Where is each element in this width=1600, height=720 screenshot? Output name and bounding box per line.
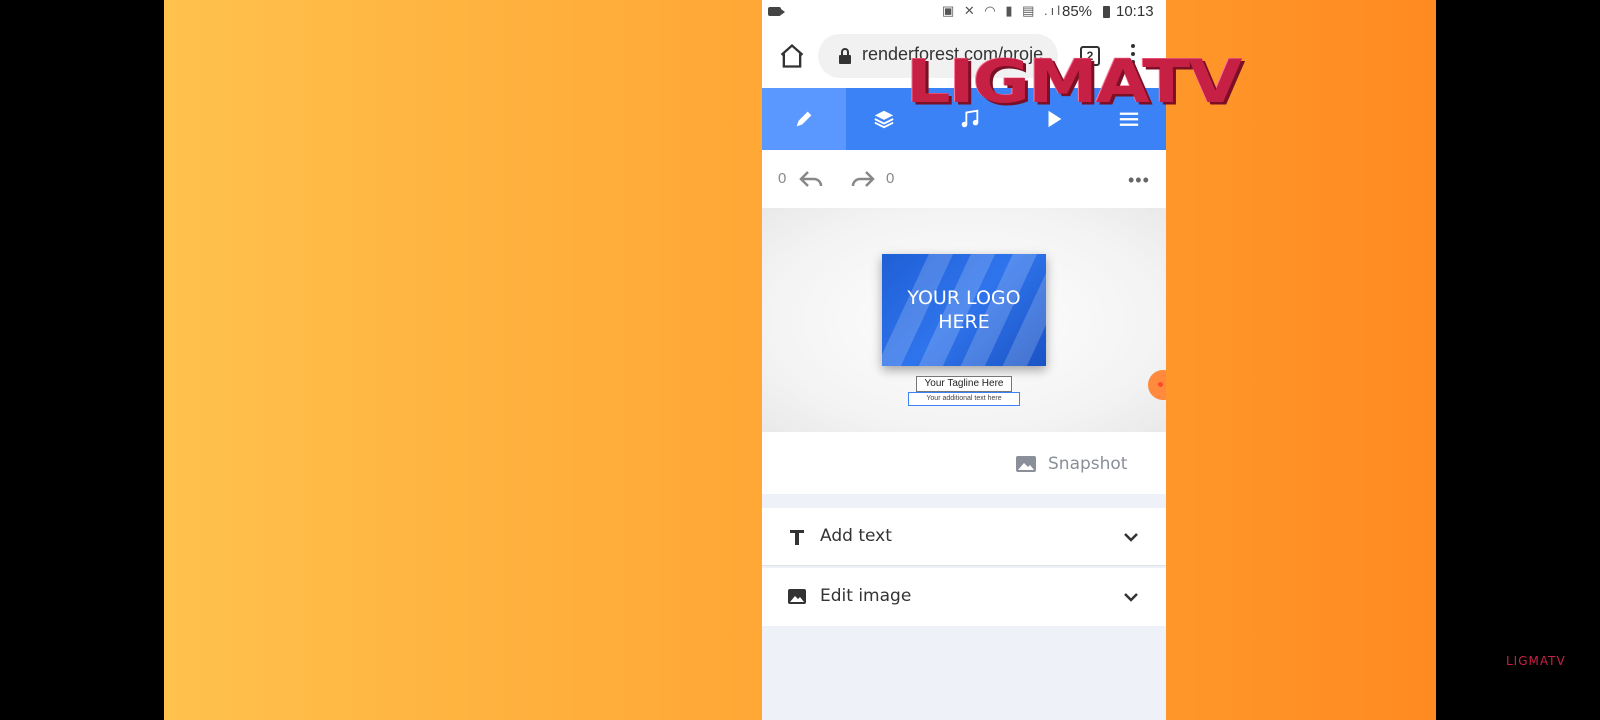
channel-watermark: LIGMATV xyxy=(906,46,1242,117)
logo-placeholder[interactable]: YOUR LOGO HERE xyxy=(882,254,1046,366)
edit-image-label: Edit image xyxy=(820,586,912,606)
battery-percent: 85% xyxy=(1062,3,1093,20)
clock: 10:13 xyxy=(1116,3,1154,20)
lock-icon xyxy=(839,48,851,64)
battery-icon xyxy=(1103,6,1110,18)
layers-icon xyxy=(874,110,894,129)
redo-count: 0 xyxy=(886,170,895,187)
channel-watermark-small: LIGMATV xyxy=(1506,654,1566,668)
pencil-icon xyxy=(796,111,812,127)
screen-record-icon xyxy=(768,7,785,16)
add-text-label: Add text xyxy=(820,526,892,546)
undo-icon[interactable] xyxy=(798,168,824,190)
logo-placeholder-text: YOUR LOGO HERE xyxy=(907,287,1021,333)
status-icons: ▣ ✕ ◠ ▮ ▤ .ıl xyxy=(942,3,1064,18)
snapshot-label: Snapshot xyxy=(1048,454,1128,474)
undo-count: 0 xyxy=(778,170,787,187)
text-t-icon xyxy=(790,530,804,545)
history-bar: 0 0 ••• xyxy=(762,150,1166,208)
image-icon xyxy=(1016,456,1036,472)
snapshot-button[interactable]: Snapshot xyxy=(1016,452,1127,476)
video-background: ▣ ✕ ◠ ▮ ▤ .ıl 85% 10:13 renderforest.com… xyxy=(164,0,1436,720)
tab-edit[interactable] xyxy=(762,88,846,150)
add-text-section[interactable]: Add text xyxy=(762,508,1166,566)
redo-icon[interactable] xyxy=(850,168,876,190)
floating-action-button[interactable] xyxy=(1148,370,1166,400)
status-bar: ▣ ✕ ◠ ▮ ▤ .ıl 85% 10:13 xyxy=(762,0,1166,24)
image-icon xyxy=(788,589,806,604)
tagline-text[interactable]: Your Tagline Here xyxy=(916,376,1012,392)
scene-preview[interactable]: YOUR LOGO HERE Your Tagline Here Your ad… xyxy=(762,208,1166,432)
chevron-down-icon[interactable] xyxy=(1122,588,1140,606)
edit-image-section[interactable]: Edit image xyxy=(762,568,1166,626)
chevron-down-icon[interactable] xyxy=(1122,528,1140,546)
additional-text[interactable]: Your additional text here xyxy=(908,392,1020,406)
more-options-icon[interactable]: ••• xyxy=(1128,170,1150,191)
snapshot-bar: Snapshot xyxy=(762,432,1166,494)
home-icon[interactable] xyxy=(778,42,806,70)
